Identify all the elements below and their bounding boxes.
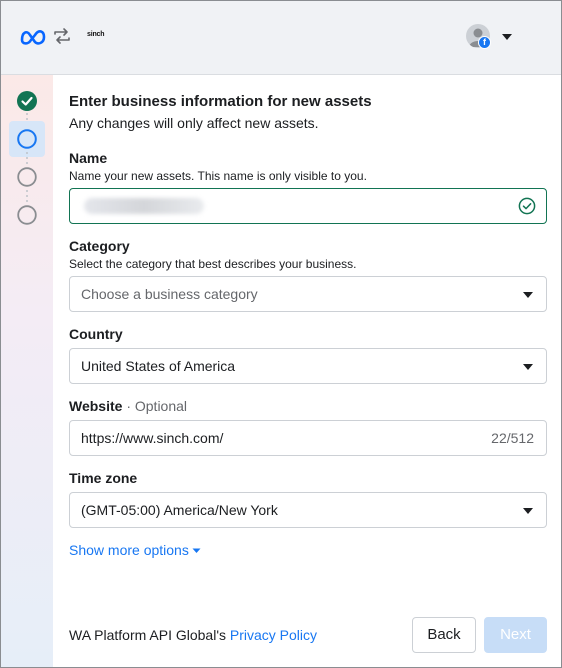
step-connector: [26, 113, 28, 120]
timezone-label: Time zone: [69, 470, 138, 486]
category-select[interactable]: Choose a business category: [69, 276, 547, 312]
privacy-prefix: WA Platform API Global's: [69, 627, 230, 643]
sinch-logo: sinch: [87, 31, 105, 38]
timezone-value: (GMT-05:00) America/New York: [81, 502, 278, 518]
step-connector: [26, 152, 28, 164]
website-label: Website · Optional: [69, 398, 187, 414]
name-input[interactable]: [69, 188, 547, 224]
step-connector: [26, 190, 28, 202]
page-subtitle: Any changes will only affect new assets.: [69, 115, 319, 131]
country-label: Country: [69, 326, 123, 342]
header: sinch f: [1, 1, 561, 75]
account-avatar[interactable]: f: [466, 24, 492, 50]
website-input[interactable]: https://www.sinch.com/ 22/512: [69, 420, 547, 456]
chevron-down-icon: [523, 508, 533, 514]
step-completed-check-icon: [17, 91, 37, 111]
swap-arrows-icon: [54, 28, 70, 44]
privacy-notice: WA Platform API Global's Privacy Policy: [69, 627, 317, 643]
privacy-policy-link[interactable]: Privacy Policy: [230, 627, 317, 643]
redacted-name-value: [84, 198, 204, 214]
step-pending-circle-icon: [17, 205, 37, 225]
character-counter: 22/512: [491, 430, 534, 446]
optional-tag: · Optional: [122, 398, 188, 414]
country-value: United States of America: [81, 358, 236, 374]
form-content: Enter business information for new asset…: [53, 75, 561, 667]
website-label-text: Website: [69, 398, 123, 414]
category-placeholder: Choose a business category: [81, 286, 258, 302]
chevron-down-icon: [523, 292, 533, 298]
caret-down-icon: [192, 548, 201, 554]
account-menu-caret-icon[interactable]: [501, 33, 513, 41]
show-more-options-link[interactable]: Show more options: [69, 542, 201, 558]
country-select[interactable]: United States of America: [69, 348, 547, 384]
back-button[interactable]: Back: [412, 617, 476, 653]
meta-logo-icon: [20, 30, 46, 45]
name-help-text: Name your new assets. This name is only …: [69, 169, 367, 183]
valid-check-icon: [518, 197, 536, 215]
name-label: Name: [69, 150, 108, 166]
step-pending-circle-icon: [17, 167, 37, 187]
facebook-badge-icon: f: [478, 36, 491, 49]
step-active-circle-icon: [17, 129, 37, 149]
website-value: https://www.sinch.com/: [81, 430, 224, 446]
category-help-text: Select the category that best describes …: [69, 257, 357, 271]
page-title: Enter business information for new asset…: [69, 93, 372, 110]
category-label: Category: [69, 238, 130, 254]
show-more-label: Show more options: [69, 542, 189, 558]
dialog-frame: sinch f Enter business information for n…: [0, 0, 562, 668]
next-button[interactable]: Next: [484, 617, 547, 653]
progress-stepper: [1, 75, 53, 667]
chevron-down-icon: [523, 364, 533, 370]
timezone-select[interactable]: (GMT-05:00) America/New York: [69, 492, 547, 528]
